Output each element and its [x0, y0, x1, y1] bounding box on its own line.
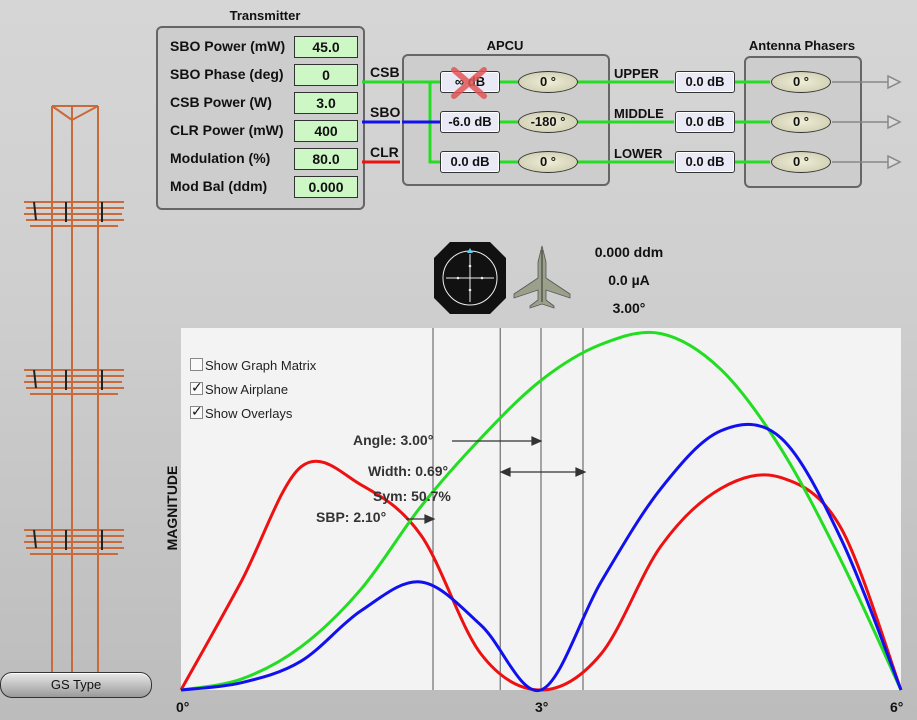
gs-type-button[interactable]: GS Type — [0, 672, 152, 698]
show-airplane-option[interactable]: Show Airplane — [190, 379, 289, 397]
sbp-annotation: SBP: 2.10° — [316, 509, 387, 525]
radiation-pattern-chart — [179, 328, 903, 693]
x-tick-6: 6° — [890, 699, 904, 715]
show-graph-matrix-option[interactable]: Show Graph Matrix — [190, 358, 316, 373]
show-overlays-option[interactable]: Show Overlays — [190, 403, 293, 421]
show-airplane-label: Show Airplane — [205, 382, 289, 397]
y-axis-label: MAGNITUDE — [164, 465, 180, 551]
show-graph-matrix-checkbox[interactable] — [190, 358, 203, 371]
y-axis-label-wrap: MAGNITUDE — [162, 455, 182, 565]
show-graph-matrix-label: Show Graph Matrix — [205, 358, 317, 373]
width-annotation: Width: 0.69° — [368, 463, 449, 479]
x-tick-3: 3° — [535, 699, 549, 715]
show-airplane-checkbox[interactable] — [190, 379, 203, 396]
show-overlays-checkbox[interactable] — [190, 403, 203, 420]
show-overlays-label: Show Overlays — [205, 406, 293, 421]
x-tick-0: 0° — [176, 699, 190, 715]
sym-annotation: Sym: 50.7% — [373, 488, 451, 504]
angle-annotation: Angle: 3.00° — [353, 432, 434, 448]
